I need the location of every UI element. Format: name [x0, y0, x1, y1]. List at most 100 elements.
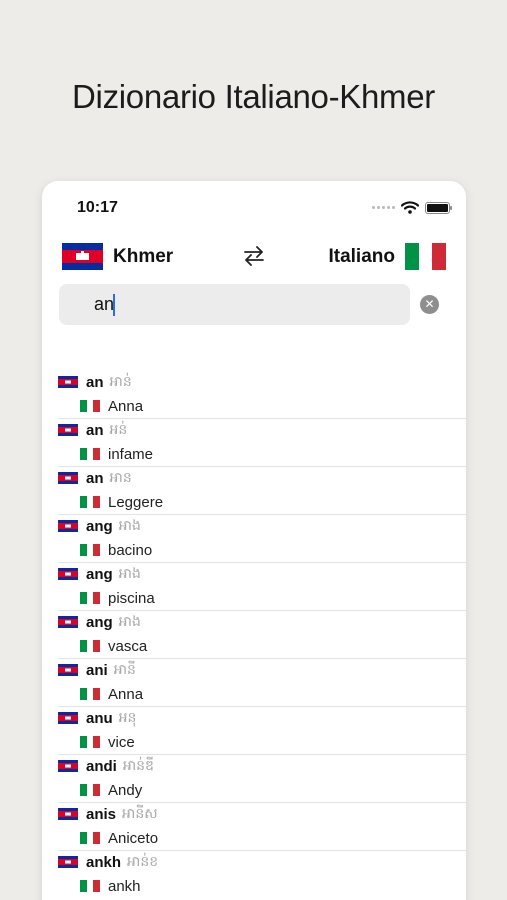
italy-flag-icon [80, 400, 101, 412]
cambodia-flag-icon [58, 712, 78, 724]
khmer-line: ang អាង [58, 613, 141, 631]
result-row[interactable]: ani អានី Anna [58, 659, 466, 707]
result-row[interactable]: an អាន់ Anna [58, 371, 466, 419]
khmer-romanized-word: ang [86, 613, 113, 631]
italy-flag-icon [80, 496, 101, 508]
result-row[interactable]: anu អនុ vice [58, 707, 466, 755]
cambodia-flag-icon [58, 472, 78, 484]
khmer-script-word: អាង [118, 613, 141, 630]
khmer-line: ankh អាន់ខ [58, 853, 158, 871]
khmer-script-word: អាន់ [109, 373, 132, 390]
italy-flag-icon [80, 544, 101, 556]
khmer-romanized-word: an [86, 421, 104, 439]
khmer-line: an អាន់ [58, 373, 132, 391]
italian-translation: ankh [108, 877, 141, 895]
italian-translation: Anna [108, 397, 144, 415]
khmer-romanized-word: an [86, 469, 104, 487]
cambodia-flag-icon [58, 520, 78, 532]
cambodia-flag-icon [58, 568, 78, 580]
cambodia-flag-icon [58, 424, 78, 436]
italian-line: Aniceto [80, 829, 158, 847]
cambodia-flag-icon [58, 760, 78, 772]
swap-arrows-icon[interactable] [242, 244, 266, 268]
status-icons [372, 201, 452, 214]
khmer-line: ang អាង [58, 517, 141, 535]
source-language-button[interactable]: Khmer [62, 243, 173, 270]
italian-translation: Anna [108, 685, 144, 703]
italy-flag-icon [80, 832, 101, 844]
italian-translation: vasca [108, 637, 148, 655]
italian-translation: Andy [108, 781, 143, 799]
italian-line: Anna [80, 397, 143, 415]
italy-flag-icon [80, 640, 101, 652]
italy-flag-icon [80, 448, 101, 460]
wifi-icon [401, 201, 419, 214]
italy-flag-icon [405, 243, 447, 270]
italian-line: infame [80, 445, 153, 463]
results-list: an អាន់ Anna an អន់ infame an អាន Leggere ang អាង b… [42, 371, 466, 899]
khmer-line: anu អនុ [58, 709, 136, 727]
khmer-line: an អាន [58, 469, 132, 487]
khmer-script-word: អន់ [109, 421, 128, 438]
khmer-romanized-word: an [86, 373, 104, 391]
italy-flag-icon [80, 880, 101, 892]
italian-translation: bacino [108, 541, 153, 559]
cambodia-flag-icon [58, 664, 78, 676]
italian-line: Anna [80, 685, 143, 703]
source-language-label: Khmer [113, 245, 174, 267]
khmer-romanized-word: ang [86, 565, 113, 583]
search-input[interactable] [59, 284, 410, 325]
khmer-script-word: អានីស [122, 805, 158, 822]
khmer-romanized-word: ang [86, 517, 113, 535]
khmer-script-word: អាន់ខ [127, 853, 159, 870]
italian-line: Andy [80, 781, 142, 799]
italy-flag-icon [80, 784, 101, 796]
language-selector-row: Khmer Italiano [42, 241, 466, 273]
result-row[interactable]: ang អាង vasca [58, 611, 466, 659]
khmer-script-word: អាន [109, 469, 132, 486]
search-field[interactable] [59, 284, 410, 325]
cambodia-flag-icon [58, 856, 78, 868]
italian-line: bacino [80, 541, 152, 559]
target-language-button[interactable]: Italiano [328, 243, 447, 270]
target-language-label: Italiano [328, 245, 395, 267]
khmer-romanized-word: anis [86, 805, 117, 823]
italian-line: piscina [80, 589, 155, 607]
italian-translation: vice [108, 733, 135, 751]
khmer-line: ang អាង [58, 565, 141, 583]
khmer-line: andi អាន់ឌី [58, 757, 154, 775]
status-bar: 10:17 [42, 181, 466, 231]
khmer-romanized-word: ankh [86, 853, 122, 871]
khmer-line: ani អានី [58, 661, 136, 679]
result-row[interactable]: an អន់ infame [58, 419, 466, 467]
italian-translation: Aniceto [108, 829, 159, 847]
italian-line: ankh [80, 877, 141, 895]
khmer-romanized-word: ani [86, 661, 108, 679]
italian-translation: piscina [108, 589, 155, 607]
italian-translation: Leggere [108, 493, 164, 511]
khmer-script-word: អាន់ឌី [122, 757, 154, 774]
result-row[interactable]: an អាន Leggere [58, 467, 466, 515]
khmer-line: an អន់ [58, 421, 127, 439]
cambodia-flag-icon [58, 616, 78, 628]
result-row[interactable]: andi អាន់ឌី Andy [58, 755, 466, 803]
result-row[interactable]: ang អាង bacino [58, 515, 466, 563]
italy-flag-icon [80, 688, 101, 700]
italy-flag-icon [80, 592, 101, 604]
battery-icon [425, 201, 452, 214]
cambodia-flag-icon [62, 243, 103, 270]
result-row[interactable]: ankh អាន់ខ ankh [58, 851, 466, 899]
khmer-script-word: អាង [118, 517, 141, 534]
result-row[interactable]: ang អាង piscina [58, 563, 466, 611]
italian-line: Leggere [80, 493, 163, 511]
khmer-script-word: អនុ [118, 709, 137, 726]
khmer-script-word: អានី [113, 661, 136, 678]
signal-icon [372, 206, 395, 209]
clear-search-icon[interactable]: ✕ [420, 295, 439, 314]
result-row[interactable]: anis អានីស Aniceto [58, 803, 466, 851]
italian-line: vice [80, 733, 135, 751]
page-headline: Dizionario Italiano-Khmer [72, 78, 435, 115]
status-time: 10:17 [77, 199, 118, 216]
italian-translation: infame [108, 445, 154, 463]
khmer-romanized-word: andi [86, 757, 117, 775]
